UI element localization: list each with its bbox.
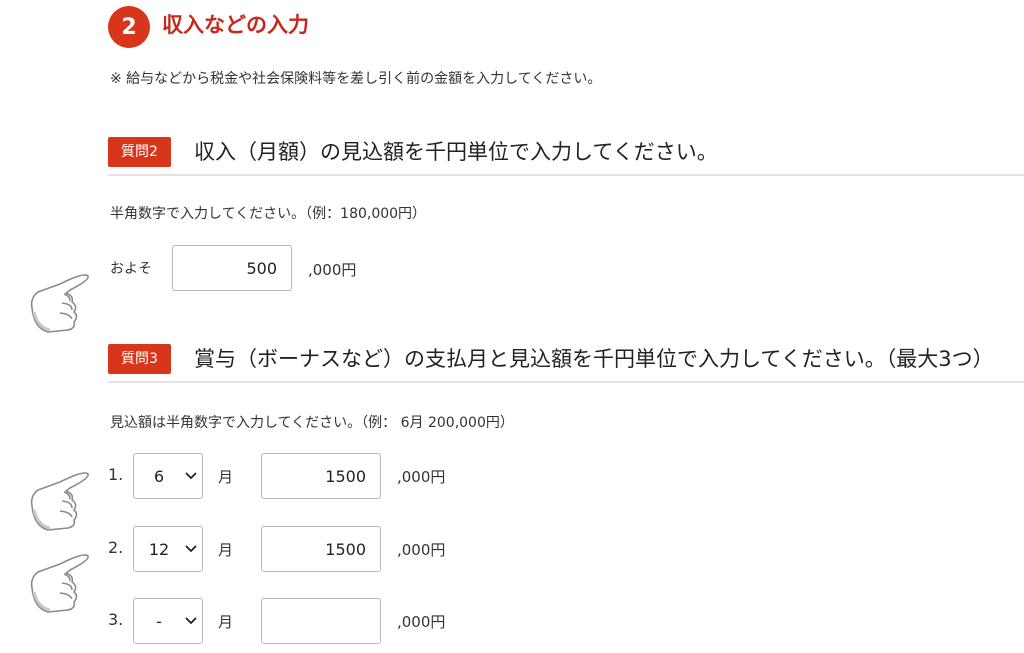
bonus-amount-input[interactable] bbox=[261, 453, 381, 499]
bonus-month-value: 12 bbox=[148, 539, 170, 559]
monthly-income-input[interactable] bbox=[172, 245, 292, 291]
divider bbox=[108, 174, 1024, 176]
input-hint: 半角数字で入力してください。（例：180,000円） bbox=[110, 206, 427, 222]
month-label: 月 bbox=[218, 541, 234, 559]
unit-label: ,000円 bbox=[397, 541, 446, 559]
section-title: 収入などの入力 bbox=[162, 13, 309, 37]
approx-label: およそ bbox=[110, 261, 152, 277]
unit-label: ,000円 bbox=[308, 261, 357, 279]
section-note: ※ 給与などから税金や社会保険料等を差し引く前の金額を入力してください。 bbox=[110, 71, 602, 87]
bonus-row-index: 2. bbox=[108, 538, 124, 557]
step-number-badge: 2 bbox=[108, 6, 150, 48]
bonus-month-value: 6 bbox=[153, 466, 165, 486]
chevron-down-icon bbox=[180, 617, 202, 625]
chevron-down-icon bbox=[180, 545, 202, 553]
bonus-amount-input[interactable] bbox=[261, 598, 381, 644]
chevron-down-icon bbox=[180, 472, 202, 480]
pointing-hand-icon bbox=[30, 554, 89, 613]
bonus-row-index: 1. bbox=[108, 465, 124, 484]
bonus-month-value: - bbox=[156, 611, 162, 631]
bonus-month-select[interactable]: 12 bbox=[133, 526, 203, 572]
pointing-hand-icon bbox=[30, 274, 89, 333]
question-badge: 質問3 bbox=[108, 344, 171, 374]
divider bbox=[108, 381, 1024, 383]
month-label: 月 bbox=[218, 613, 234, 631]
month-label: 月 bbox=[218, 468, 234, 486]
unit-label: ,000円 bbox=[397, 468, 446, 486]
bonus-month-select[interactable]: 6 bbox=[133, 453, 203, 499]
input-hint: 見込額は半角数字で入力してください。（例： 6月 200,000円） bbox=[110, 415, 514, 431]
bonus-month-select[interactable]: - bbox=[133, 598, 203, 644]
pointing-hand-icon bbox=[30, 472, 89, 531]
question-text: 賞与（ボーナスなど）の支払月と見込額を千円単位で入力してください。（最大3つ） bbox=[194, 347, 994, 371]
bonus-row-index: 3. bbox=[108, 610, 124, 629]
question-badge: 質問2 bbox=[108, 137, 171, 167]
bonus-amount-input[interactable] bbox=[261, 526, 381, 572]
unit-label: ,000円 bbox=[397, 613, 446, 631]
question-text: 収入（月額）の見込額を千円単位で入力してください。 bbox=[194, 140, 718, 164]
